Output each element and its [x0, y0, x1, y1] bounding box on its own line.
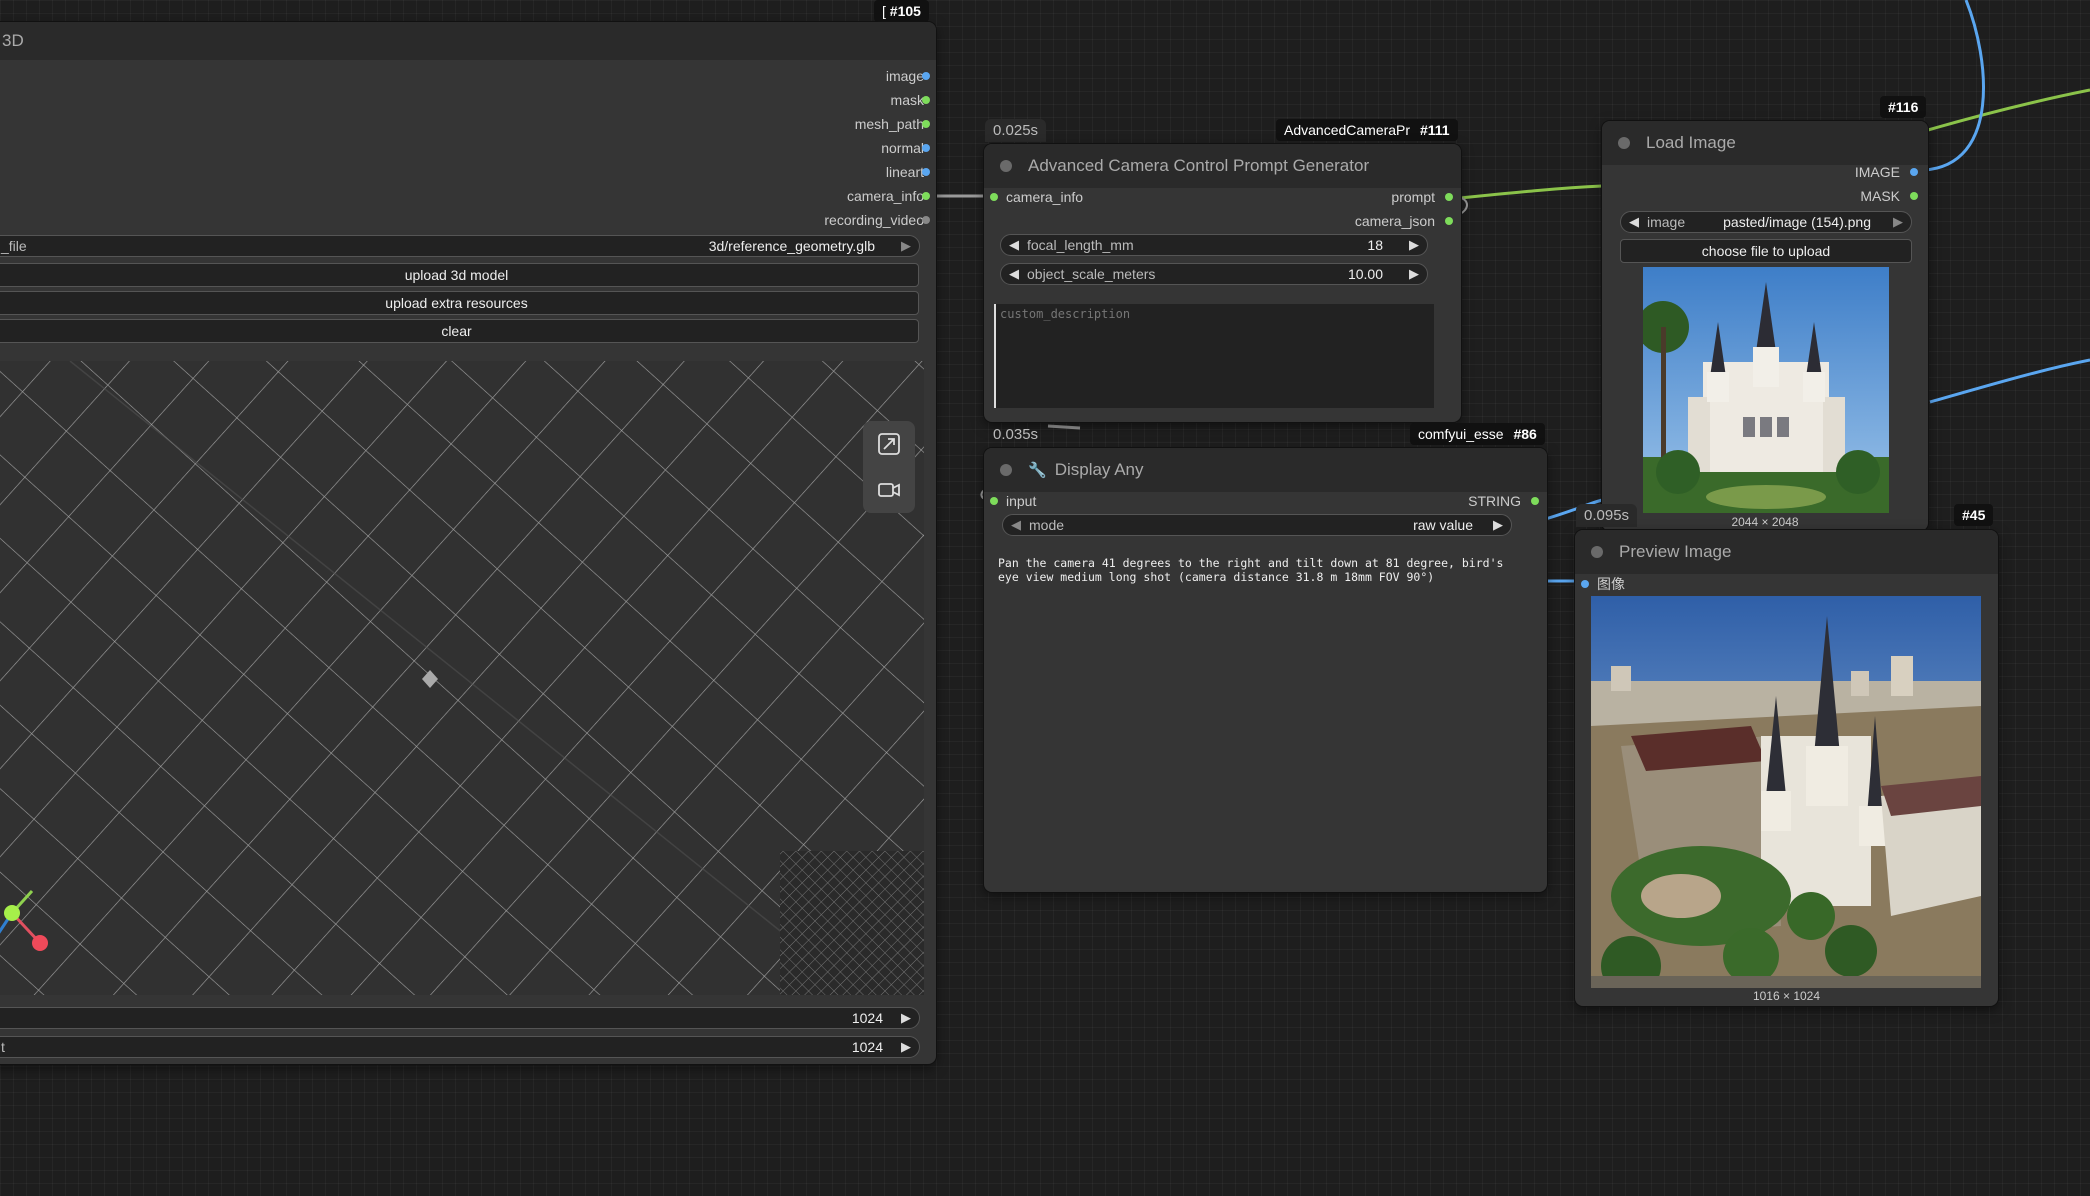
wire-display-in: [1047, 424, 1081, 430]
3d-grid: [0, 361, 924, 995]
node-display-title-bar[interactable]: 🔧 Display Any: [984, 448, 1547, 492]
combo-next-arrow[interactable]: ▶: [893, 238, 919, 254]
collapse-dot[interactable]: [1000, 160, 1012, 172]
width-increment-arrow[interactable]: ▶: [893, 1010, 919, 1026]
wire-top-green: [1927, 88, 2090, 132]
node-load-title: Load Image: [1646, 133, 1736, 152]
image-prev-arrow[interactable]: ◀: [1621, 214, 1647, 230]
node-camera-title: Advanced Camera Control Prompt Generator: [1028, 156, 1370, 175]
output-normal-dot[interactable]: [922, 144, 930, 152]
focal-length-number[interactable]: ◀ focal_length_mm 18 ▶: [1000, 234, 1428, 256]
input-image-preview-dot[interactable]: [1581, 580, 1589, 588]
wire-image-blue: [1923, 0, 1985, 172]
output-camera-info[interactable]: camera_info: [847, 188, 924, 204]
output-image-dot[interactable]: [922, 72, 930, 80]
output-mesh-path-dot[interactable]: [922, 120, 930, 128]
aerial-photo: [1591, 596, 1981, 988]
mode-prev-arrow[interactable]: ◀: [1003, 517, 1029, 533]
output-recording-video-dot[interactable]: [922, 216, 930, 224]
image-file-combo[interactable]: ◀ image pasted/image (154).png ▶: [1620, 211, 1912, 233]
node-3d-badge: [ #105: [874, 0, 929, 22]
output-prompt-dot[interactable]: [1445, 193, 1453, 201]
width-number[interactable]: 1024 ▶: [0, 1007, 920, 1029]
input-camera-info-dot[interactable]: [990, 193, 998, 201]
clear-button[interactable]: clear: [0, 319, 919, 343]
node-camera-timing: 0.025s: [985, 119, 1047, 142]
node-3d-title-bar[interactable]: 3D: [0, 22, 936, 60]
upload-extra-resources-button[interactable]: upload extra resources: [0, 291, 919, 315]
output-lineart-dot[interactable]: [922, 168, 930, 176]
input-image-preview[interactable]: 图像: [1581, 574, 1625, 594]
output-mask-load-dot[interactable]: [1910, 192, 1918, 200]
mode-next-arrow[interactable]: ▶: [1485, 517, 1511, 533]
axis-y-handle: [4, 905, 20, 921]
display-text: Pan the camera 41 degrees to the right a…: [998, 556, 1504, 584]
model-file-combo[interactable]: _file 3d/reference_geometry.glb ▶: [0, 235, 920, 257]
scale-increment-arrow[interactable]: ▶: [1401, 266, 1427, 282]
output-image-load[interactable]: IMAGE: [1855, 164, 1918, 180]
collapse-dot[interactable]: [1618, 137, 1630, 149]
output-camera-json[interactable]: camera_json: [1355, 213, 1453, 229]
custom-description-textarea[interactable]: [994, 304, 1434, 408]
image-next-arrow[interactable]: ▶: [1885, 214, 1911, 230]
input-camera-info[interactable]: camera_info: [990, 189, 1083, 205]
3d-viewport[interactable]: [0, 361, 924, 995]
cathedral-photo: [1643, 267, 1889, 513]
choose-file-button[interactable]: choose file to upload: [1620, 239, 1912, 263]
node-advanced-camera[interactable]: Advanced Camera Control Prompt Generator…: [984, 144, 1461, 422]
node-preview-image[interactable]: Preview Image 图像 1016 × 1024: [1575, 530, 1998, 1006]
wire-prompt: [1459, 184, 1603, 200]
expand-icon[interactable]: [876, 431, 902, 457]
collapse-dot[interactable]: [1591, 546, 1603, 558]
viewport-toolbar: [863, 421, 915, 513]
upload-3d-model-button[interactable]: upload 3d model: [0, 263, 919, 287]
height-number[interactable]: t 1024 ▶: [0, 1036, 920, 1058]
loaded-image-preview: [1643, 267, 1889, 513]
record-video-icon[interactable]: [876, 477, 902, 503]
scale-decrement-arrow[interactable]: ◀: [1001, 266, 1027, 282]
output-mask-load[interactable]: MASK: [1860, 188, 1918, 204]
axis-x-handle: [32, 935, 48, 951]
output-mask-dot[interactable]: [922, 96, 930, 104]
focal-decrement-arrow[interactable]: ◀: [1001, 237, 1027, 253]
mode-combo[interactable]: ◀ mode raw value ▶: [1002, 514, 1512, 536]
input-input[interactable]: input: [990, 493, 1036, 509]
node-display-any[interactable]: 🔧 Display Any input STRING ◀ mode raw va…: [984, 448, 1547, 892]
output-string-dot[interactable]: [1531, 497, 1539, 505]
output-camera-json-dot[interactable]: [1445, 217, 1453, 225]
focal-increment-arrow[interactable]: ▶: [1401, 237, 1427, 253]
wire-right-blue: [1929, 358, 2090, 404]
node-preview-badge: #45: [1954, 504, 1994, 526]
wrench-icon: 🔧: [1028, 462, 1047, 479]
output-string[interactable]: STRING: [1468, 493, 1539, 509]
preview-image-dimensions: 1016 × 1024: [1752, 989, 1821, 1003]
output-prompt[interactable]: prompt: [1391, 189, 1453, 205]
node-3d-title: 3D: [2, 31, 24, 50]
output-image[interactable]: image: [886, 68, 924, 84]
preview-image: [1591, 596, 1981, 988]
node-preview-title-bar[interactable]: Preview Image: [1575, 530, 1998, 574]
node-camera-badge: AdvancedCameraPr #111: [1276, 119, 1458, 141]
output-normal[interactable]: normal: [881, 140, 924, 156]
output-image-load-dot[interactable]: [1910, 168, 1918, 176]
output-mask[interactable]: mask: [891, 92, 924, 108]
node-display-timing: 0.035s: [993, 426, 1039, 443]
collapse-dot[interactable]: [1000, 464, 1012, 476]
node-preview-timing: 0.095s: [1576, 504, 1638, 527]
node-display-badge: comfyui_esse #86: [1410, 423, 1545, 445]
input-input-dot[interactable]: [990, 497, 998, 505]
object-scale-number[interactable]: ◀ object_scale_meters 10.00 ▶: [1000, 263, 1428, 285]
node-load-badge: #116: [1880, 96, 1927, 118]
node-load-title-bar[interactable]: Load Image: [1602, 121, 1928, 165]
output-camera-info-dot[interactable]: [922, 192, 930, 200]
output-lineart[interactable]: lineart: [886, 164, 924, 180]
node-load-image[interactable]: Load Image IMAGE MASK ◀ image pasted/ima…: [1602, 121, 1928, 531]
height-increment-arrow[interactable]: ▶: [893, 1039, 919, 1055]
output-recording-video[interactable]: recording_video: [824, 212, 924, 228]
node-display-title: Display Any: [1054, 460, 1144, 479]
loaded-image-dimensions: 2044 × 2048: [1731, 515, 1799, 529]
node-camera-title-bar[interactable]: Advanced Camera Control Prompt Generator: [984, 144, 1461, 188]
node-preview-title: Preview Image: [1619, 542, 1732, 561]
output-mesh-path[interactable]: mesh_path: [855, 116, 924, 132]
